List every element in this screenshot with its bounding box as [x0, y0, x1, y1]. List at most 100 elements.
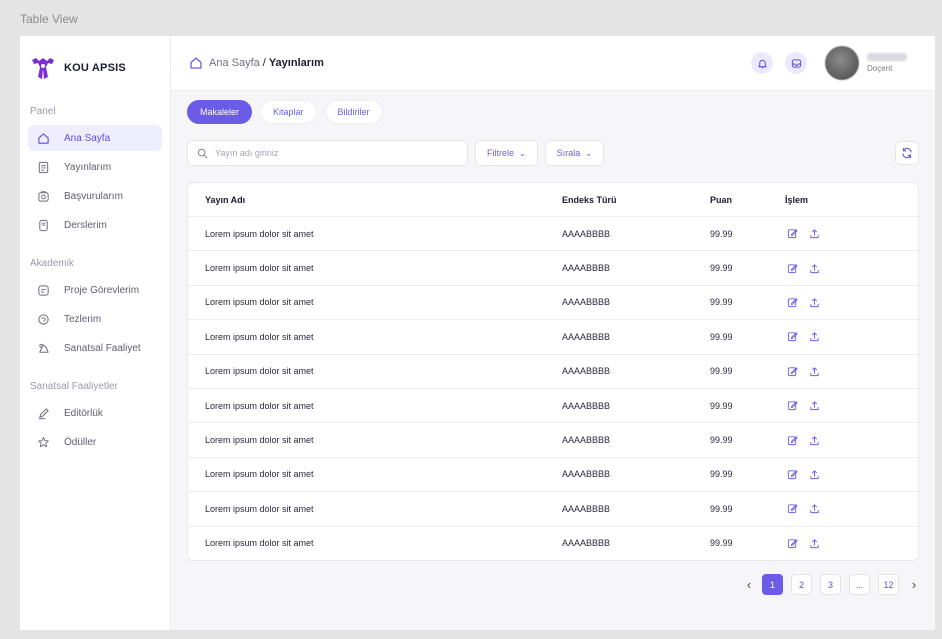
page-button[interactable]: 3	[820, 574, 841, 595]
sidebar-item-derslerim[interactable]: Derslerim	[28, 212, 162, 238]
cell-index-type: AAAABBBB	[562, 331, 611, 342]
cell-index-type: AAAABBBB	[562, 400, 611, 411]
cell-score: 99.99	[710, 366, 733, 377]
upload-icon[interactable]	[807, 502, 821, 516]
edit-icon[interactable]	[785, 364, 799, 378]
cell-score: 99.99	[710, 263, 733, 274]
header-actions: İşlem	[785, 194, 809, 205]
next-page-icon[interactable]: ›	[909, 577, 919, 592]
table-row[interactable]: Lorem ipsum dolor sit amet AAAABBBB 99.99	[188, 250, 918, 284]
upload-icon[interactable]	[807, 261, 821, 275]
sidebar-item-tezlerim[interactable]: Tezlerim	[28, 306, 162, 332]
upload-icon[interactable]	[807, 433, 821, 447]
sidebar-item-basvurularim[interactable]: Başvurularım	[28, 183, 162, 209]
sidebar-item-label: Ödüller	[64, 436, 97, 448]
cell-actions	[785, 364, 918, 378]
table-row[interactable]: Lorem ipsum dolor sit amet AAAABBBB 99.99	[188, 319, 918, 353]
sidebar-item-proje-gorevlerim[interactable]: Proje Görevlerim	[28, 277, 162, 303]
cell-publication-name: Lorem ipsum dolor sit amet	[205, 263, 314, 274]
edit-icon[interactable]	[785, 433, 799, 447]
sidebar-section-title: Panel	[30, 106, 56, 117]
pen-icon	[36, 406, 50, 420]
user-role: Doçent	[867, 64, 893, 73]
cell-index-type: AAAABBBB	[562, 228, 611, 239]
cell-publication-name: Lorem ipsum dolor sit amet	[205, 503, 314, 514]
inbox-icon	[791, 58, 801, 68]
page-ellipsis-button[interactable]: ...	[849, 574, 870, 595]
cell-index-type: AAAABBBB	[562, 435, 611, 446]
table-row[interactable]: Lorem ipsum dolor sit amet AAAABBBB 99.99	[188, 353, 918, 388]
sidebar-nav: Panel Ana Sayfa Yayınlarım Başvurularım Ders…	[28, 106, 162, 455]
prev-page-icon[interactable]: ‹	[744, 577, 754, 592]
sidebar-item-ana-sayfa[interactable]: Ana Sayfa	[28, 125, 162, 151]
avatar[interactable]	[825, 46, 859, 80]
cell-score: 99.99	[710, 538, 733, 549]
inbox-button[interactable]	[785, 52, 807, 74]
upload-icon[interactable]	[807, 364, 821, 378]
sidebar-item-label: Editörlük	[64, 407, 103, 419]
sidebar-item-editorluk[interactable]: Editörlük	[28, 400, 162, 426]
edit-icon[interactable]	[785, 330, 799, 344]
edit-icon[interactable]	[785, 536, 799, 550]
upload-icon[interactable]	[807, 467, 821, 481]
tab-makaleler[interactable]: Makaleler	[187, 100, 253, 124]
edit-icon[interactable]	[785, 399, 799, 413]
cell-score: 99.99	[710, 297, 733, 308]
art-icon	[36, 341, 50, 355]
tab-bildiriler[interactable]: Bildiriler	[324, 100, 383, 124]
table-row[interactable]: Lorem ipsum dolor sit amet AAAABBBB 99.99	[188, 456, 918, 491]
page-button[interactable]: 1	[762, 574, 783, 595]
edit-icon[interactable]	[785, 227, 799, 241]
sidebar-item-label: Yayınlarım	[64, 161, 112, 173]
sidebar-section-title: Sanatsal Faaliyetler	[30, 381, 118, 392]
header-score[interactable]: Puan	[710, 195, 785, 205]
edit-icon[interactable]	[785, 467, 799, 481]
sidebar-item-label: Tezlerim	[64, 313, 102, 325]
table-row[interactable]: Lorem ipsum dolor sit amet AAAABBBB 99.99	[188, 284, 918, 319]
brand-name: KOU APSIS	[64, 62, 126, 74]
sort-dropdown[interactable]: Sırala ⌄	[544, 140, 604, 166]
sidebar-item-yayinlarim[interactable]: Yayınlarım	[28, 154, 162, 180]
table-row[interactable]: Lorem ipsum dolor sit amet AAAABBBB 99.99	[188, 491, 918, 525]
sidebar-item-sanatsal-faaliyet[interactable]: Sanatsal Faaliyet	[28, 335, 162, 361]
chevron-down-icon: ⌄	[585, 148, 592, 158]
notification-button[interactable]	[751, 52, 773, 74]
refresh-button[interactable]	[895, 141, 919, 165]
edit-icon[interactable]	[785, 261, 799, 275]
edit-icon[interactable]	[785, 502, 799, 516]
upload-icon[interactable]	[807, 295, 821, 309]
upload-icon[interactable]	[807, 536, 821, 550]
sidebar-item-oduller[interactable]: Ödüller	[28, 429, 162, 455]
cell-publication-name: Lorem ipsum dolor sit amet	[205, 331, 314, 342]
table-row[interactable]: Lorem ipsum dolor sit amet AAAABBBB 99.99	[188, 387, 918, 422]
cell-publication-name: Lorem ipsum dolor sit amet	[205, 538, 314, 549]
search-box	[187, 140, 468, 166]
filter-dropdown[interactable]: Filtrele ⌄	[475, 140, 538, 166]
cell-publication-name: Lorem ipsum dolor sit amet	[205, 435, 314, 446]
table-row[interactable]: Lorem ipsum dolor sit amet AAAABBBB 99.99	[188, 216, 918, 250]
edit-icon[interactable]	[785, 295, 799, 309]
cell-score: 99.99	[710, 228, 733, 239]
chevron-down-icon: ⌄	[519, 148, 526, 158]
header-index-type[interactable]: Endeks Türü	[562, 195, 710, 205]
upload-icon[interactable]	[807, 227, 821, 241]
bell-icon	[757, 59, 767, 68]
search-input[interactable]	[215, 148, 455, 158]
breadcrumb-home[interactable]: Ana Sayfa	[209, 57, 260, 69]
table-row[interactable]: Lorem ipsum dolor sit amet AAAABBBB 99.99	[188, 525, 918, 560]
table-row[interactable]: Lorem ipsum dolor sit amet AAAABBBB 99.99	[188, 422, 918, 456]
page-button[interactable]: 12	[878, 574, 899, 595]
upload-icon[interactable]	[807, 330, 821, 344]
cell-publication-name: Lorem ipsum dolor sit amet	[205, 469, 314, 480]
table-body: Lorem ipsum dolor sit amet AAAABBBB 99.99 L…	[188, 216, 918, 560]
tab-kitaplar[interactable]: Kitaplar	[260, 100, 317, 124]
award-icon	[36, 435, 50, 449]
upload-icon[interactable]	[807, 399, 821, 413]
filter-bar: Filtrele ⌄ Sırala ⌄	[187, 140, 919, 166]
cell-actions	[785, 433, 918, 447]
home-icon[interactable]	[189, 56, 203, 70]
header-publication-name[interactable]: Yayın Adı	[188, 195, 562, 205]
user-info[interactable]: Doçent	[867, 53, 917, 73]
page-button[interactable]: 2	[791, 574, 812, 595]
brand[interactable]: KOU APSIS	[28, 48, 162, 88]
